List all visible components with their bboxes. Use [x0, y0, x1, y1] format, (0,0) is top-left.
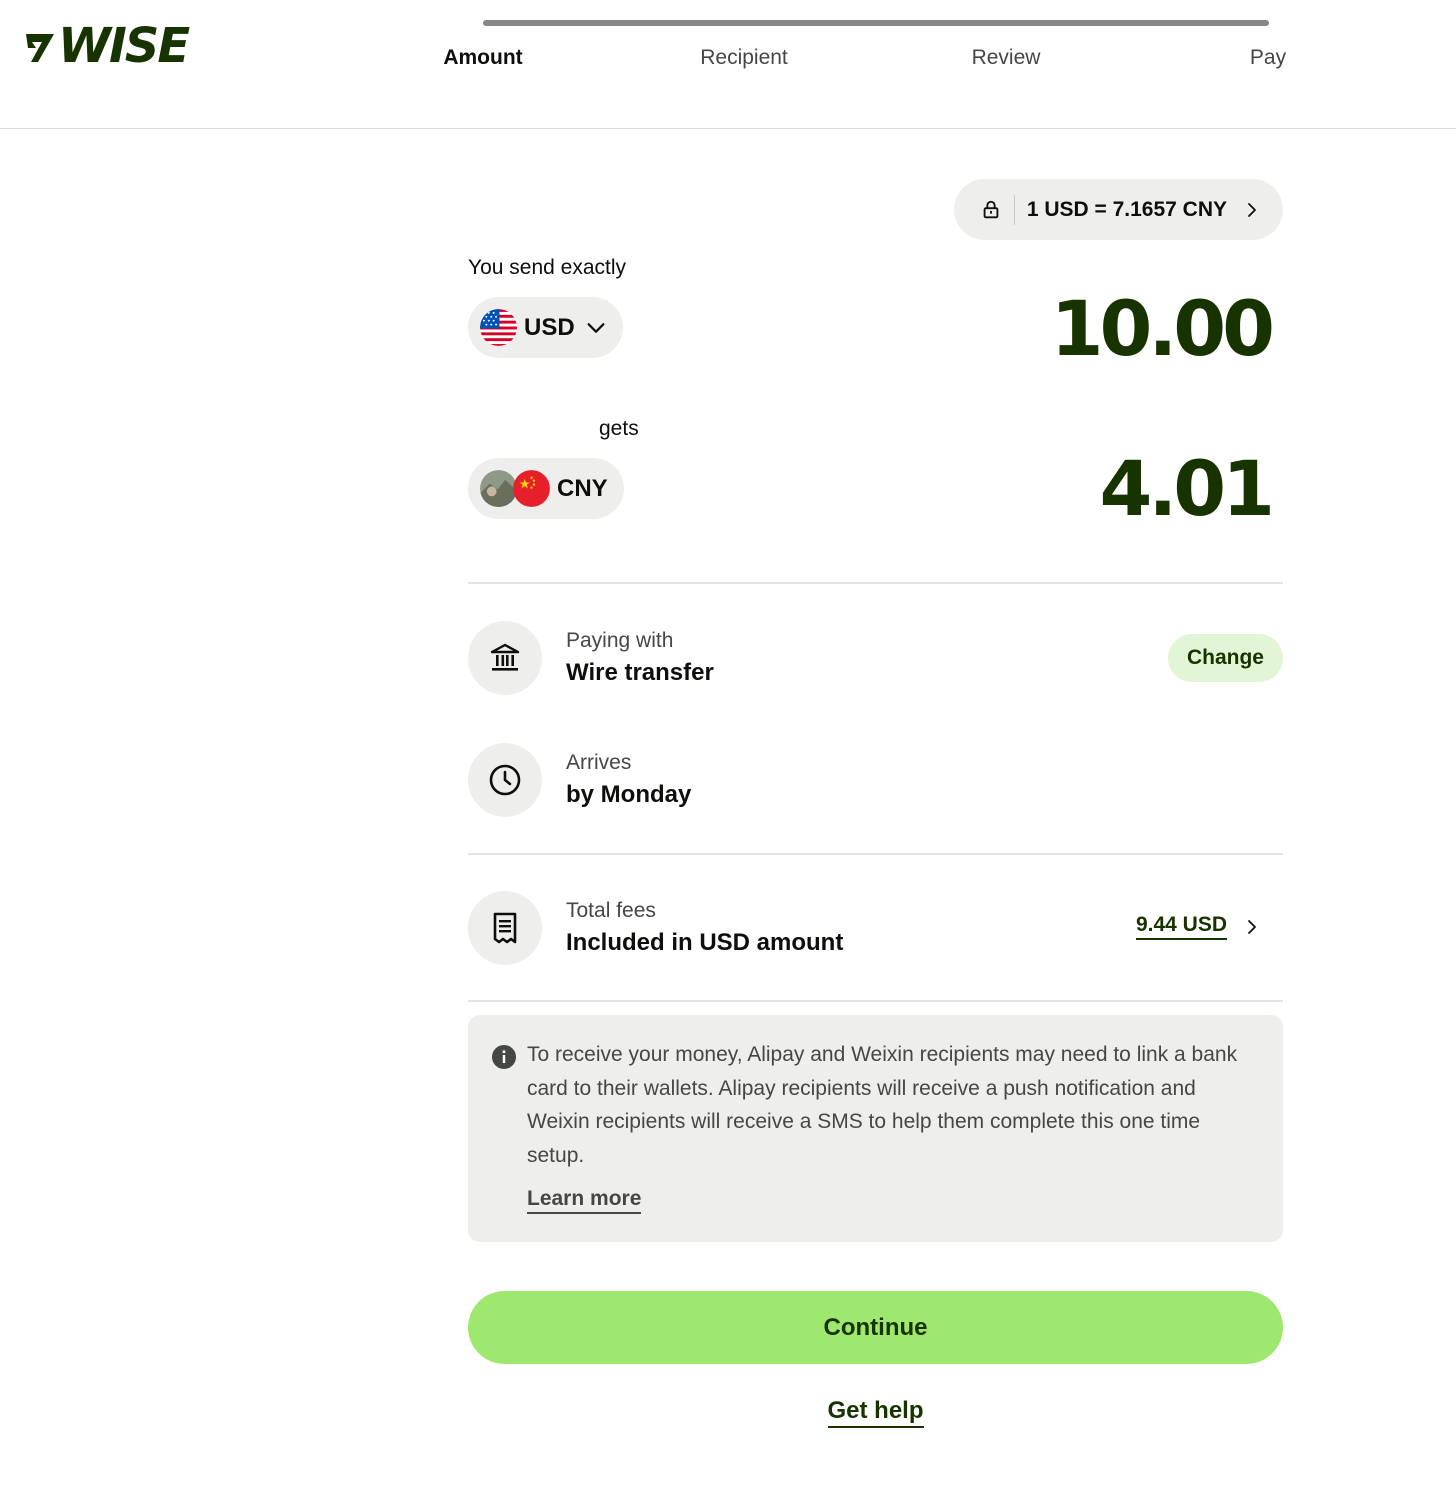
- send-label: You send exactly: [468, 256, 627, 279]
- payment-method: Wire transfer: [566, 659, 714, 686]
- clock-icon: [468, 743, 542, 817]
- learn-more-link[interactable]: Learn more: [527, 1187, 642, 1214]
- logo-wordmark: WISE: [58, 18, 190, 74]
- continue-button[interactable]: Continue: [468, 1291, 1283, 1364]
- wise-flag-icon: [26, 34, 54, 62]
- section-divider: [468, 1000, 1283, 1002]
- chevron-right-icon: [1248, 919, 1256, 934]
- section-divider: [468, 853, 1283, 855]
- info-icon: [492, 1045, 516, 1069]
- receive-currency-code: CNY: [557, 474, 608, 502]
- section-divider: [468, 582, 1283, 584]
- step-pay[interactable]: Pay: [1250, 46, 1286, 70]
- fees-row: Total fees Included in USD amount 9.44 U…: [468, 891, 1283, 966]
- exchange-rate-button[interactable]: 1 USD = 7.1657 CNY: [953, 179, 1283, 240]
- receive-amount-input[interactable]: 4.01: [1099, 451, 1275, 527]
- notice-message: To receive your money, Alipay and Weixin…: [527, 1043, 1238, 1167]
- fees-breakdown-link[interactable]: 9.44 USD: [1135, 913, 1261, 940]
- bank-icon: [468, 621, 542, 695]
- fees-label: Total fees: [566, 899, 656, 922]
- chevron-down-icon: [587, 322, 605, 333]
- exchange-rate-text: 1 USD = 7.1657 CNY: [1026, 197, 1227, 221]
- step-recipient[interactable]: Recipient: [700, 46, 788, 70]
- change-payment-button[interactable]: Change: [1167, 634, 1283, 682]
- step-amount[interactable]: Amount: [443, 46, 522, 70]
- arrives-label: Arrives: [566, 751, 632, 774]
- send-amount-input[interactable]: 10.00: [1051, 291, 1275, 367]
- us-flag-icon: [480, 309, 517, 346]
- receive-label: gets: [599, 417, 639, 440]
- paying-with-label: Paying with: [566, 629, 674, 652]
- send-currency-selector[interactable]: USD: [468, 297, 623, 358]
- step-review[interactable]: Review: [972, 46, 1041, 70]
- send-currency-code: USD: [524, 313, 575, 341]
- arrives-row: Arrives by Monday: [468, 743, 1283, 818]
- recipient-avatar: [480, 470, 517, 507]
- chevron-right-icon: [1248, 202, 1256, 217]
- top-navigation-bar: WISE Amount Recipient Review Pay: [0, 0, 1456, 129]
- progress-fill: [483, 20, 1269, 26]
- info-notice: To receive your money, Alipay and Weixin…: [468, 1015, 1283, 1242]
- fees-amount: 9.44 USD: [1135, 913, 1227, 940]
- get-help-link[interactable]: Get help: [827, 1397, 924, 1428]
- receipt-icon: [468, 891, 542, 965]
- fees-description: Included in USD amount: [566, 929, 844, 956]
- lock-icon: [983, 200, 999, 218]
- wise-logo[interactable]: WISE: [22, 18, 190, 74]
- rate-separator: [1013, 194, 1015, 225]
- progress-bar: [483, 20, 1269, 26]
- arrival-estimate: by Monday: [566, 781, 692, 808]
- paying-with-row: Paying with Wire transfer Change: [468, 621, 1283, 696]
- china-flag-icon: [513, 470, 550, 507]
- receive-currency-selector[interactable]: CNY: [468, 458, 624, 519]
